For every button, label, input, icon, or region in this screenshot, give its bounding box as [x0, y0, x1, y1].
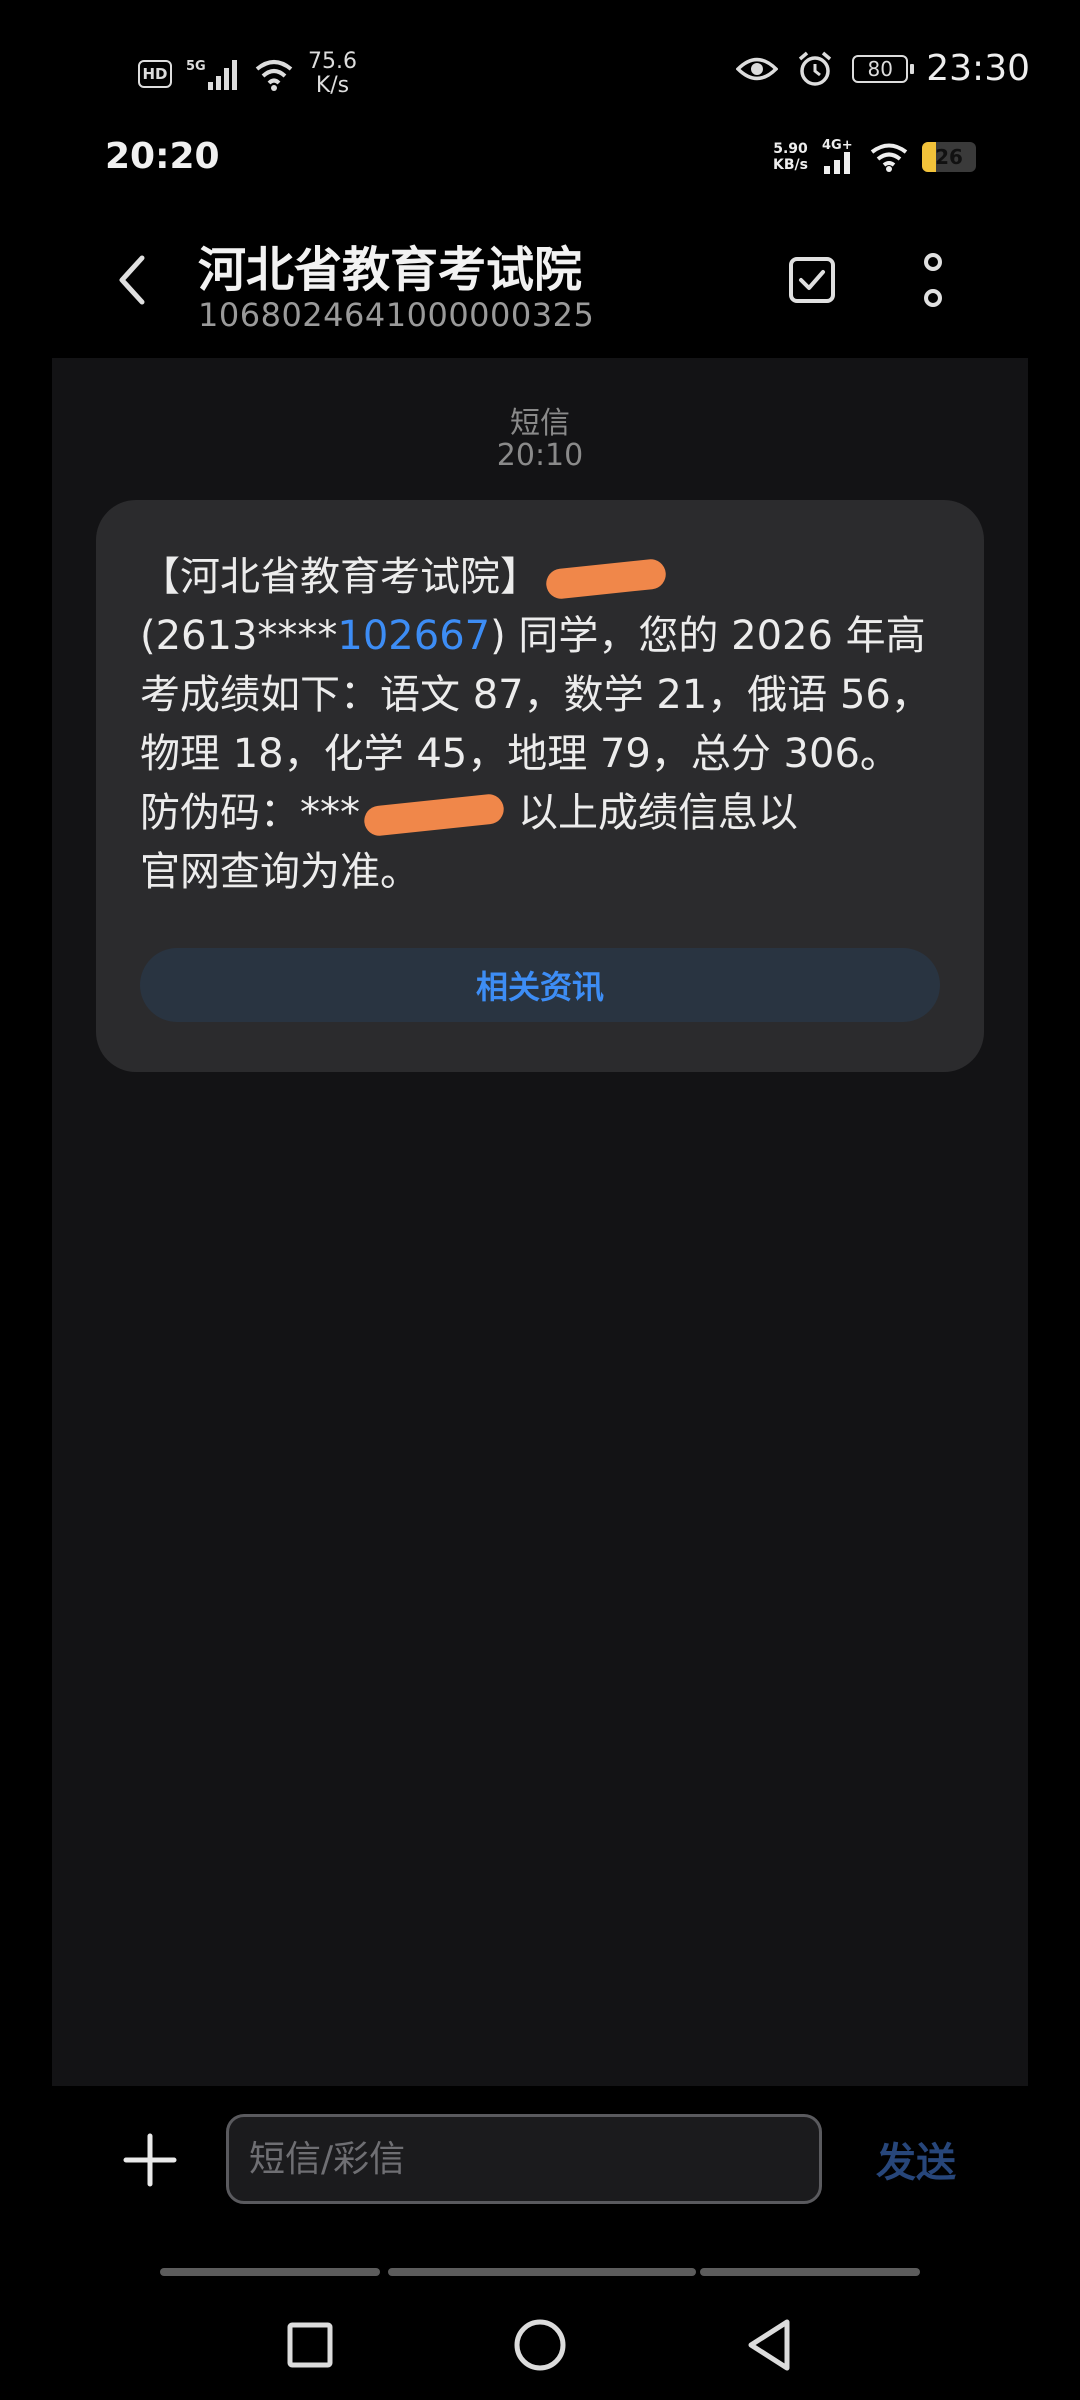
message-type-label: 短信: [510, 406, 570, 441]
message-line-4: 物理 18，化学 45，地理 79，总分 306。: [140, 731, 900, 777]
plus-icon[interactable]: [120, 2130, 180, 2190]
outer-status-bar: HD 5G 75.6 K/s 80 23:30: [0, 30, 1080, 100]
outer-net-speed: 75.6 K/s: [308, 50, 357, 98]
send-button[interactable]: 发送: [876, 2130, 956, 2188]
outer-net-speed-value: 75.6: [308, 49, 357, 74]
home-circle-icon[interactable]: [505, 2310, 575, 2380]
5g-signal-icon: 5G: [186, 59, 237, 90]
message-bubble[interactable]: 【河北省教育考试院】 (2613****102667) 同学，您的 2026 年…: [96, 500, 984, 1072]
recent-apps-square-icon[interactable]: [275, 2310, 345, 2380]
message-body: 【河北省教育考试院】 (2613****102667) 同学，您的 2026 年…: [140, 548, 940, 902]
outer-battery-level: 80: [867, 56, 893, 81]
eye-icon: [736, 57, 779, 80]
inner-battery-level: 26: [935, 145, 963, 169]
message-line-2-rest: ) 同学，您的 2026 年高: [490, 613, 926, 659]
nav-divider-left: [160, 2268, 380, 2276]
student-id-link[interactable]: 102667: [337, 613, 490, 659]
back-button[interactable]: [108, 250, 156, 310]
back-triangle-icon[interactable]: [735, 2310, 805, 2380]
select-checkbox-icon[interactable]: [788, 256, 836, 304]
inner-net-speed-value: 5.90: [773, 141, 808, 157]
battery-icon: 80: [852, 54, 915, 83]
svg-text:5G: 5G: [186, 59, 206, 74]
contact-number: 1068024641000000325: [198, 296, 595, 334]
inner-status-right: 5.90 KB/s 4G+ 26: [773, 138, 976, 174]
network-type: 4G+: [822, 138, 853, 153]
contact-name: 河北省教育考试院: [198, 242, 583, 298]
more-vertical-icon[interactable]: [915, 252, 951, 312]
related-news-button[interactable]: 相关资讯: [140, 948, 940, 1022]
wifi-icon: [255, 60, 293, 91]
message-line-3: 考成绩如下：语文 87，数学 21，俄语 56，: [140, 672, 931, 718]
inner-net-speed: 5.90 KB/s: [773, 141, 808, 173]
inner-battery-icon: 26: [922, 142, 976, 172]
inner-clock: 20:20: [105, 136, 220, 177]
redacted-name: [544, 557, 668, 601]
conversation-area[interactable]: 短信 20:10 【河北省教育考试院】 (2613****102667) 同学，…: [52, 358, 1028, 2086]
message-line-5-suffix: 以上成绩信息以: [518, 790, 798, 836]
inner-wifi-icon: [870, 143, 908, 172]
message-timestamp: 20:10: [496, 438, 584, 473]
nav-divider-center: [388, 2268, 696, 2276]
outer-status-right: 80 23:30: [736, 48, 1030, 89]
message-line-5: 防伪码：*** 以上成绩信息以: [140, 784, 940, 843]
anti-fake-code-label: 防伪码：***: [140, 790, 360, 836]
message-line-6: 官网查询为准。: [140, 849, 420, 895]
hd-icon: HD: [138, 60, 172, 88]
outer-clock: 23:30: [926, 48, 1030, 89]
4g-signal-icon: 4G+: [822, 138, 856, 174]
inner-battery-fill: [922, 142, 937, 172]
alarm-icon: [799, 51, 832, 86]
back-arrow-icon: [119, 255, 145, 305]
student-id-prefix: (2613****: [140, 613, 338, 659]
message-line-2: (2613****102667) 同学，您的 2026 年高: [140, 607, 940, 666]
inner-net-speed-unit: KB/s: [773, 157, 808, 173]
nav-divider-right: [700, 2268, 920, 2276]
sms-input[interactable]: [226, 2114, 822, 2204]
message-line-1: 【河北省教育考试院】: [140, 548, 940, 607]
outer-net-speed-unit: K/s: [315, 73, 350, 98]
outer-status-left: HD 5G 75.6 K/s: [138, 50, 357, 98]
redacted-code: [362, 792, 506, 838]
message-sender-tag: 【河北省教育考试院】: [140, 554, 540, 600]
